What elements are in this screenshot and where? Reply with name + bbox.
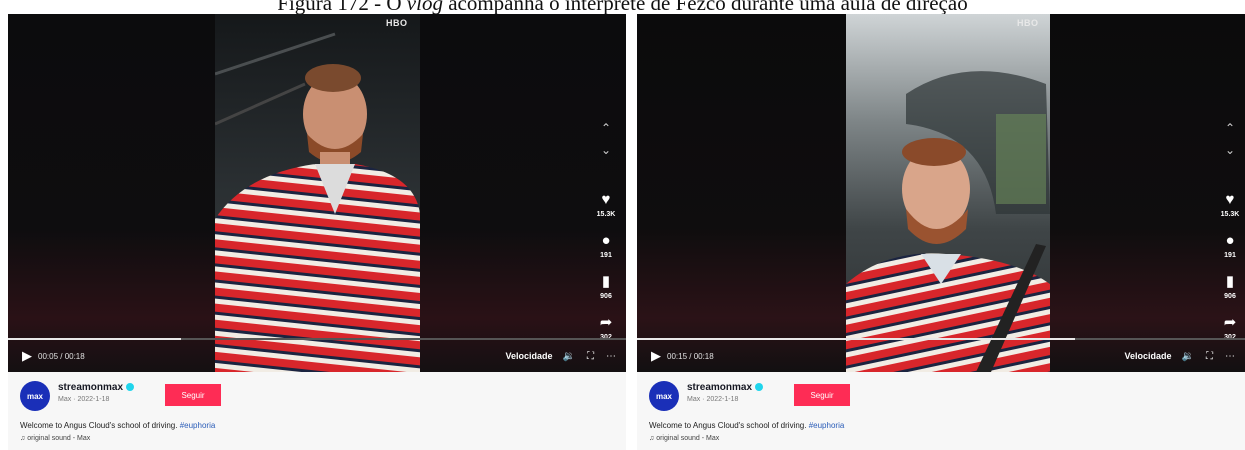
hbo-watermark: HBO <box>1017 18 1039 28</box>
post-description: Welcome to Angus Cloud's school of drivi… <box>20 421 215 430</box>
follow-button[interactable]: Seguir <box>794 384 850 406</box>
progress-fill <box>637 338 1075 340</box>
progress-bar[interactable] <box>637 338 1245 340</box>
chevron-down-icon[interactable]: ⌄ <box>1225 139 1235 161</box>
share-icon[interactable]: ➦ <box>1224 314 1237 332</box>
like-count: 15.3K <box>596 211 616 218</box>
hashtag-link[interactable]: #euphoria <box>809 421 845 430</box>
description-text: Welcome to Angus Cloud's school of drivi… <box>20 421 178 430</box>
time-display: 00:05 / 00:18 <box>38 351 85 361</box>
more-icon[interactable]: ⋯ <box>1225 351 1235 362</box>
save-count: 906 <box>600 293 612 300</box>
avatar[interactable]: max <box>649 381 679 411</box>
chevron-down-icon[interactable]: ⌄ <box>601 139 611 161</box>
avatar[interactable]: max <box>20 381 50 411</box>
comment-count: 191 <box>600 252 612 259</box>
post-description: Welcome to Angus Cloud's school of drivi… <box>649 421 844 430</box>
video-content <box>846 14 1050 372</box>
player-controls: ▶ 00:15 / 00:18 Velocidade 🔉 ⛶ ⋯ <box>637 344 1245 368</box>
username[interactable]: streamonmax <box>58 382 135 393</box>
video-stage[interactable]: HBO ⌃ ⌄ ♥ 15.3K ● 191 ▮ 906 ➦ 302 ▶ 00:0… <box>8 14 626 372</box>
progress-bar[interactable] <box>8 338 626 340</box>
comment-icon[interactable]: ● <box>601 232 610 250</box>
post-info: max streamonmax Max · 2022-1-18 Seguir W… <box>8 372 626 450</box>
play-icon[interactable]: ▶ <box>22 348 32 364</box>
speed-button[interactable]: Velocidade <box>506 351 553 361</box>
description-text: Welcome to Angus Cloud's school of drivi… <box>649 421 807 430</box>
follow-button[interactable]: Seguir <box>165 384 221 406</box>
post-meta: Max · 2022-1-18 <box>58 396 110 403</box>
username-text[interactable]: streamonmax <box>58 382 123 393</box>
username[interactable]: streamonmax <box>687 382 764 393</box>
video-post-left: HBO ⌃ ⌄ ♥ 15.3K ● 191 ▮ 906 ➦ 302 ▶ 00:0… <box>8 14 626 450</box>
verified-icon <box>126 383 135 392</box>
time-display: 00:15 / 00:18 <box>667 351 714 361</box>
heart-icon[interactable]: ♥ <box>1226 191 1235 209</box>
bookmark-icon[interactable]: ▮ <box>1226 273 1234 291</box>
caption-suffix: acompanha o intérprete de Fezco durante … <box>442 0 968 15</box>
music-note-icon: ♫ <box>649 435 655 442</box>
video-content <box>215 14 420 372</box>
sound-link[interactable]: ♫ original sound - Max <box>20 435 90 442</box>
chevron-up-icon[interactable]: ⌃ <box>601 117 611 139</box>
video-stage[interactable]: HBO ⌃ ⌄ ♥ 15.3K ● 191 ▮ 906 ➦ 302 ▶ 00:1… <box>637 14 1245 372</box>
play-icon[interactable]: ▶ <box>651 348 661 364</box>
sound-link[interactable]: ♫ original sound - Max <box>649 435 719 442</box>
fullscreen-icon[interactable]: ⛶ <box>1206 351 1213 362</box>
volume-icon[interactable]: 🔉 <box>563 351 575 362</box>
verified-icon <box>755 383 764 392</box>
volume-icon[interactable]: 🔉 <box>1182 351 1194 362</box>
comment-icon[interactable]: ● <box>1225 232 1234 250</box>
share-icon[interactable]: ➦ <box>600 314 613 332</box>
chevron-up-icon[interactable]: ⌃ <box>1225 117 1235 139</box>
post-info: max streamonmax Max · 2022-1-18 Seguir W… <box>637 372 1245 450</box>
heart-icon[interactable]: ♥ <box>602 191 611 209</box>
save-count: 906 <box>1224 293 1236 300</box>
music-note-icon: ♫ <box>20 435 26 442</box>
comment-count: 191 <box>1224 252 1236 259</box>
action-rail: ⌃ ⌄ ♥ 15.3K ● 191 ▮ 906 ➦ 302 <box>1210 117 1245 341</box>
video-post-right: HBO ⌃ ⌄ ♥ 15.3K ● 191 ▮ 906 ➦ 302 ▶ 00:1… <box>637 14 1245 450</box>
caption-prefix: Figura 172 - O <box>277 0 407 15</box>
sound-text: original sound - Max <box>656 435 720 442</box>
caption-italic: vlog <box>406 0 443 15</box>
video-frame[interactable] <box>215 14 420 372</box>
sound-text: original sound - Max <box>27 435 91 442</box>
hbo-watermark: HBO <box>386 18 408 28</box>
action-rail: ⌃ ⌄ ♥ 15.3K ● 191 ▮ 906 ➦ 302 <box>586 117 626 341</box>
post-meta: Max · 2022-1-18 <box>687 396 739 403</box>
more-icon[interactable]: ⋯ <box>606 351 616 362</box>
like-count: 15.3K <box>1220 211 1240 218</box>
fullscreen-icon[interactable]: ⛶ <box>587 351 594 362</box>
username-text[interactable]: streamonmax <box>687 382 752 393</box>
video-frame[interactable] <box>846 14 1050 372</box>
speed-button[interactable]: Velocidade <box>1125 351 1172 361</box>
bookmark-icon[interactable]: ▮ <box>602 273 610 291</box>
player-controls: ▶ 00:05 / 00:18 Velocidade 🔉 ⛶ ⋯ <box>8 344 626 368</box>
hashtag-link[interactable]: #euphoria <box>180 421 216 430</box>
progress-fill <box>8 338 182 340</box>
